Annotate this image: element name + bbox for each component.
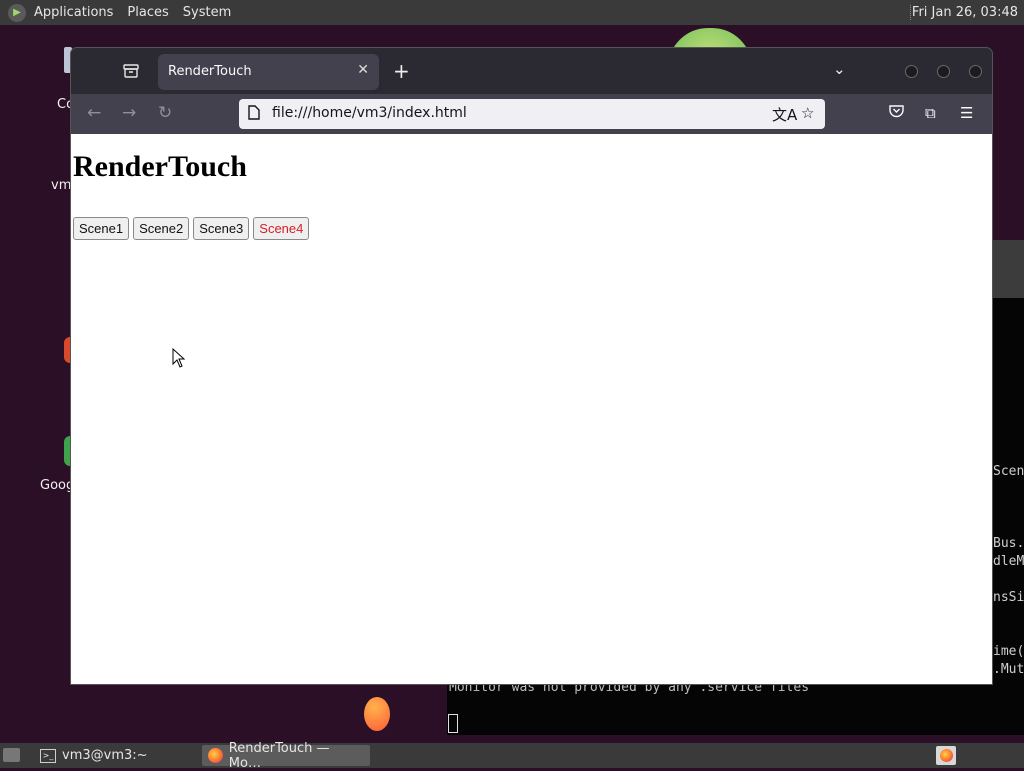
terminal-text: Scen bbox=[993, 464, 1024, 479]
workspace-switcher[interactable] bbox=[936, 746, 956, 765]
scene2-button[interactable]: Scene2 bbox=[133, 217, 190, 240]
top-panel: ▶ Applications Places System Fri Jan 26,… bbox=[0, 0, 1024, 25]
extensions-icon[interactable]: ⧉ bbox=[925, 104, 936, 122]
page-file-icon[interactable] bbox=[248, 105, 260, 124]
maximize-button[interactable] bbox=[937, 65, 950, 78]
show-desktop-icon[interactable] bbox=[3, 748, 20, 762]
tab-title: RenderTouch bbox=[168, 64, 252, 79]
firefox-view-button[interactable] bbox=[121, 62, 141, 80]
firefox-view-icon bbox=[123, 64, 139, 78]
firefox-icon bbox=[208, 748, 223, 763]
terminal-text: nsSi bbox=[993, 590, 1024, 605]
bottom-taskbar: >_ vm3@vm3:~ RenderTouch — Mo… bbox=[0, 741, 1024, 771]
firefox-icon bbox=[939, 749, 953, 762]
scene3-button[interactable]: Scene3 bbox=[193, 217, 250, 240]
minimize-button[interactable] bbox=[905, 65, 918, 78]
applications-menu-icon[interactable]: ▶ bbox=[8, 3, 26, 22]
back-arrow-icon[interactable]: ← bbox=[87, 103, 101, 123]
scene-button-row: Scene1 Scene2 Scene3 Scene4 bbox=[73, 217, 310, 240]
scene4-button[interactable]: Scene4 bbox=[253, 217, 310, 240]
page-content: RenderTouch Scene1 Scene2 Scene3 Scene4 bbox=[71, 134, 992, 684]
menu-applications[interactable]: Applications bbox=[34, 5, 113, 20]
terminal-text: dleM bbox=[993, 554, 1024, 569]
desktop-wallpaper-orb bbox=[364, 697, 390, 731]
url-bar[interactable]: file:///home/vm3/index.html 文A ☆ bbox=[239, 99, 825, 129]
forward-arrow-icon[interactable]: → bbox=[122, 103, 136, 123]
terminal-text: ime( bbox=[993, 644, 1024, 659]
menu-places[interactable]: Places bbox=[127, 5, 168, 20]
new-tab-button[interactable]: + bbox=[393, 59, 410, 83]
pocket-icon[interactable] bbox=[889, 104, 904, 122]
close-icon[interactable]: ✕ bbox=[357, 62, 369, 78]
chevron-down-icon[interactable]: ⌄ bbox=[833, 60, 846, 78]
menu-system[interactable]: System bbox=[183, 5, 231, 20]
navigation-toolbar: ← → ↻ file:///home/vm3/index.html 文A ☆ ⧉… bbox=[71, 94, 992, 134]
terminal-text: .Mut bbox=[993, 662, 1024, 677]
terminal-icon: >_ bbox=[40, 748, 56, 763]
window-close-button[interactable] bbox=[969, 65, 982, 78]
taskbar-item-label: vm3@vm3:~ bbox=[62, 748, 148, 763]
taskbar-item-label: RenderTouch — Mo… bbox=[228, 740, 330, 771]
terminal-cursor bbox=[448, 714, 458, 733]
url-text[interactable]: file:///home/vm3/index.html bbox=[272, 105, 467, 121]
taskbar-item-terminal[interactable]: >_ vm3@vm3:~ bbox=[34, 745, 194, 766]
desktop-icon-label[interactable]: vm bbox=[51, 178, 71, 193]
terminal-text: Bus. bbox=[993, 536, 1024, 551]
page-heading: RenderTouch bbox=[73, 150, 247, 183]
tab-rendertouch[interactable]: RenderTouch ✕ bbox=[158, 54, 379, 90]
file-icon bbox=[248, 105, 260, 120]
hamburger-menu-icon[interactable]: ☰ bbox=[960, 104, 973, 122]
bookmark-star-icon[interactable]: ☆ bbox=[801, 104, 814, 122]
taskbar-item-browser[interactable]: RenderTouch — Mo… bbox=[202, 741, 370, 771]
tab-bar[interactable]: RenderTouch ✕ + ⌄ bbox=[71, 48, 992, 94]
browser-window[interactable]: RenderTouch ✕ + ⌄ ← → ↻ file:///home/vm3… bbox=[70, 47, 993, 685]
reload-icon[interactable]: ↻ bbox=[158, 103, 172, 123]
scene1-button[interactable]: Scene1 bbox=[73, 217, 130, 240]
pocket-shape-icon bbox=[889, 105, 904, 118]
translate-icon[interactable]: 文A bbox=[772, 104, 797, 125]
mouse-pointer-icon bbox=[172, 348, 186, 368]
clock[interactable]: Fri Jan 26, 03:48 bbox=[912, 5, 1018, 20]
